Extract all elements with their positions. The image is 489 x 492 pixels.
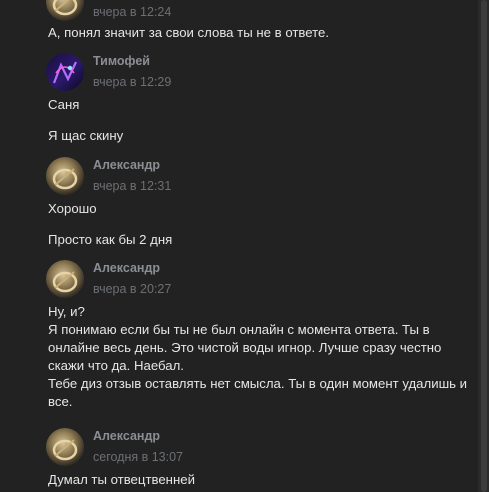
message-author[interactable]: Тимофей — [93, 53, 171, 69]
avatar[interactable] — [46, 53, 84, 91]
avatar-photo-icon — [46, 428, 84, 466]
avatar-photo-icon — [46, 53, 84, 91]
avatar[interactable] — [46, 260, 84, 298]
avatar-photo-icon — [46, 0, 84, 21]
avatar-photo-icon — [46, 157, 84, 195]
message-author[interactable]: Александр — [93, 260, 171, 276]
message-text: Саня — [48, 97, 80, 112]
message-text: Думал ты отвецтвенней — [48, 472, 195, 487]
avatar-photo-icon — [46, 260, 84, 298]
scrollbar[interactable] — [478, 0, 489, 492]
message-time[interactable]: вчера в 12:24 — [93, 4, 171, 20]
message-time[interactable]: сегодня в 13:07 — [93, 449, 183, 465]
message-author[interactable]: Александр — [93, 157, 171, 173]
avatar[interactable] — [46, 157, 84, 195]
chat-history: вчера в 12:24 А, понял значит за свои сл… — [0, 0, 478, 492]
message-author[interactable]: Александр — [93, 428, 183, 444]
avatar[interactable] — [46, 0, 84, 21]
message-text: Я щас скину — [48, 128, 124, 143]
message-text: А, понял значит за свои слова ты не в от… — [48, 25, 330, 40]
message-time[interactable]: вчера в 20:27 — [93, 281, 171, 297]
message-text: Хорошо — [48, 201, 97, 216]
avatar[interactable] — [46, 428, 84, 466]
scrollbar-thumb[interactable] — [481, 0, 487, 492]
message-time[interactable]: вчера в 12:31 — [93, 178, 171, 194]
message-text: Просто как бы 2 дня — [48, 232, 173, 247]
message-text: Ну, и? Я понимаю если бы ты не был онлай… — [48, 304, 468, 409]
message-time[interactable]: вчера в 12:29 — [93, 74, 171, 90]
